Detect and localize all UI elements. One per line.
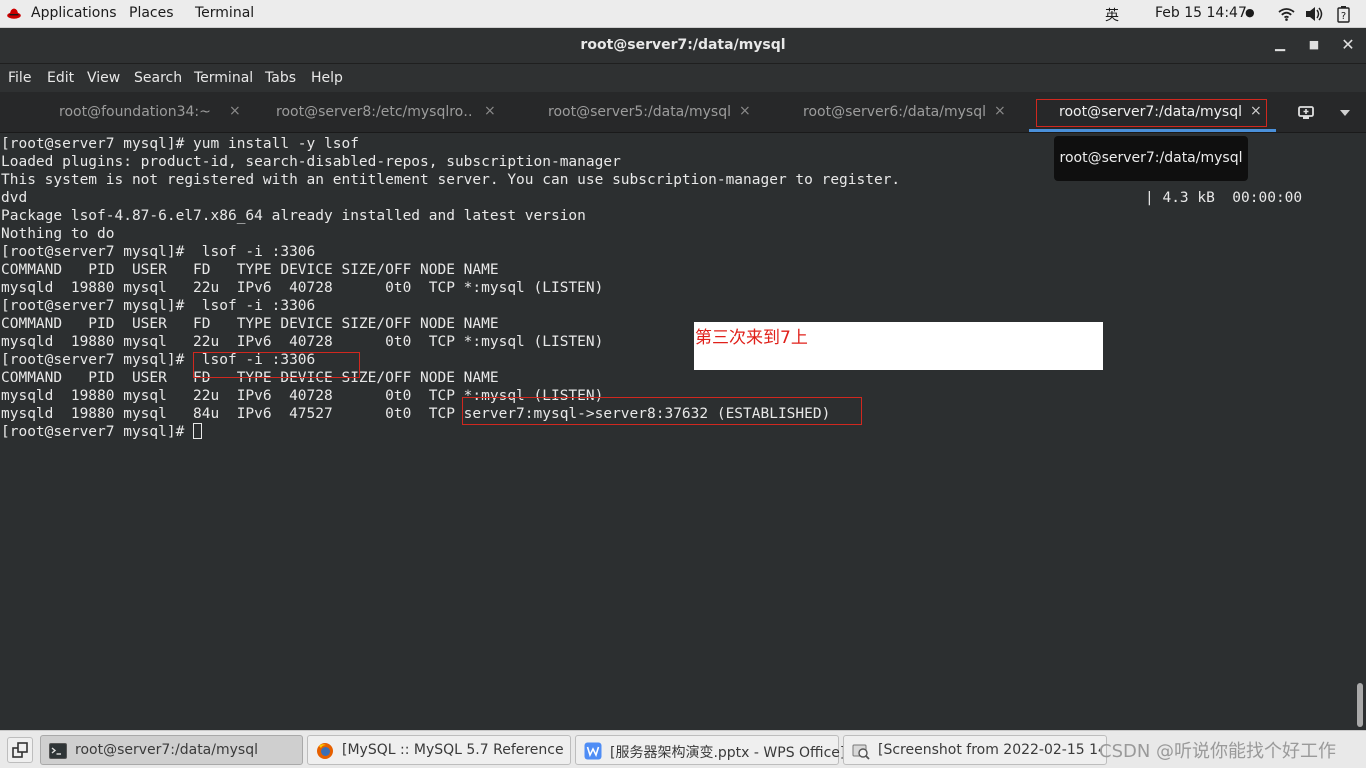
maximize-button[interactable]: ■: [1305, 36, 1323, 54]
tab-list-dropdown-icon[interactable]: [1340, 110, 1350, 116]
tab-server5[interactable]: root@server5:/data/mysql ×: [510, 92, 765, 132]
terminal-line: dvd: [1, 190, 28, 206]
taskbar-item-terminal[interactable]: root@server7:/data/mysql: [40, 735, 303, 765]
redhat-logo-icon: [7, 8, 21, 19]
svg-text:?: ?: [1341, 11, 1346, 22]
close-window-button[interactable]: ✕: [1339, 36, 1357, 54]
tab-label: root@foundation34:~: [59, 104, 211, 120]
menu-edit[interactable]: Edit: [47, 70, 74, 86]
tab-label: root@server5:/data/mysql: [548, 104, 731, 120]
terminal-line: [root@server7 mysql]# lsof -i :3306: [1, 244, 316, 260]
firefox-icon: [317, 743, 333, 759]
terminal-line: COMMAND PID USER FD TYPE DEVICE SIZE/OFF…: [1, 262, 499, 278]
terminal-line: Nothing to do: [1, 226, 115, 242]
highlight-box-established: [462, 397, 862, 425]
wifi-icon[interactable]: [1278, 7, 1295, 21]
input-method-indicator[interactable]: 英: [1105, 5, 1119, 25]
taskbar-item-label: root@server7:/data/mysql: [75, 742, 258, 758]
tab-close-icon[interactable]: ×: [484, 103, 496, 119]
window-title: root@server7:/data/mysql: [580, 37, 786, 53]
terminal-scrollbar[interactable]: [1355, 133, 1366, 730]
taskbar-item-firefox[interactable]: [MySQL :: MySQL 5.7 Reference Ma…: [307, 735, 571, 765]
window-title-bar: root@server7:/data/mysql ▁ ■ ✕: [0, 28, 1366, 64]
wps-icon: [584, 742, 602, 760]
menu-terminal[interactable]: Terminal: [194, 70, 253, 86]
scrollbar-thumb[interactable]: [1357, 683, 1363, 727]
terminal-line: This system is not registered with an en…: [1, 172, 901, 188]
dvd-progress: | 4.3 kB 00:00:00: [1145, 190, 1303, 206]
terminal-line: COMMAND PID USER FD TYPE DEVICE SIZE/OFF…: [1, 316, 499, 332]
minimize-button[interactable]: ▁: [1271, 36, 1289, 54]
tab-tooltip: root@server7:/data/mysql: [1054, 136, 1248, 181]
tab-foundation34[interactable]: root@foundation34:~ ×: [0, 92, 255, 132]
menu-view[interactable]: View: [87, 70, 120, 86]
csdn-watermark: CSDN @听说你能找个好工作: [1099, 741, 1337, 762]
tab-close-icon[interactable]: ×: [229, 103, 241, 119]
terminal-line: mysqld 19880 mysql 22u IPv6 40728 0t0 TC…: [1, 280, 604, 296]
active-tab-indicator: [1029, 129, 1276, 132]
terminal-line: [root@server7 mysql]# yum install -y lso…: [1, 136, 359, 152]
terminal-line: [root@server7 mysql]# lsof -i :3306: [1, 298, 316, 314]
new-tab-icon[interactable]: [1297, 104, 1315, 120]
tab-label: root@server6:/data/mysql: [803, 104, 986, 120]
annotation-text: 第三次来到7上: [695, 328, 808, 348]
menu-search[interactable]: Search: [134, 70, 182, 86]
taskbar-item-wps[interactable]: [服务器架构演变.pptx - WPS Office]: [575, 735, 845, 765]
highlight-box-active-tab: [1036, 99, 1267, 127]
menu-file[interactable]: File: [8, 70, 31, 86]
tab-close-icon[interactable]: ×: [739, 103, 751, 119]
taskbar-item-label: [Screenshot from 2022-02-15 14-…: [878, 742, 1100, 758]
highlight-box-command: [193, 352, 360, 378]
terminal-prompt-line: [root@server7 mysql]#: [1, 423, 203, 441]
text-cursor: [193, 423, 203, 439]
menu-bar: File Edit View Search Terminal Tabs Help: [0, 64, 1366, 92]
taskbar-item-label: [服务器架构演变.pptx - WPS Office]: [610, 745, 846, 761]
tab-label: root@server8:/etc/mysqlro…: [276, 104, 472, 120]
screenshot-icon: [852, 744, 870, 760]
menu-tabs[interactable]: Tabs: [265, 70, 296, 86]
tab-server8[interactable]: root@server8:/etc/mysqlro… ×: [255, 92, 510, 132]
menu-help[interactable]: Help: [311, 70, 343, 86]
terminal-line: Loaded plugins: product-id, search-disab…: [1, 154, 621, 170]
terminal-line: Package lsof-4.87-6.el7.x86_64 already i…: [1, 208, 586, 224]
places-menu[interactable]: Places: [129, 5, 174, 21]
applications-menu[interactable]: Applications: [31, 5, 117, 21]
terminal-app-menu[interactable]: Terminal: [195, 5, 254, 21]
terminal-line: mysqld 19880 mysql 22u IPv6 40728 0t0 TC…: [1, 334, 604, 350]
tab-server6[interactable]: root@server6:/data/mysql ×: [765, 92, 1020, 132]
clock[interactable]: Feb 15 14:47: [1155, 5, 1247, 21]
taskbar-item-label: [MySQL :: MySQL 5.7 Reference Ma…: [342, 742, 564, 758]
terminal-icon: [49, 743, 67, 759]
taskbar-item-screenshot[interactable]: [Screenshot from 2022-02-15 14-…: [843, 735, 1107, 765]
tab-close-icon[interactable]: ×: [994, 103, 1006, 119]
gnome-top-bar: Applications Places Terminal 英 Feb 15 14…: [0, 0, 1366, 28]
volume-icon[interactable]: [1305, 6, 1325, 22]
terminal-prompt: [root@server7 mysql]#: [1, 424, 194, 440]
workspace-icon: [12, 742, 28, 758]
terminal-output[interactable]: [root@server7 mysql]# yum install -y lso…: [0, 133, 1355, 730]
annotation-note: 第三次来到7上: [694, 322, 1103, 370]
show-desktop-button[interactable]: [7, 737, 33, 763]
notification-dot-icon: ●: [1245, 6, 1255, 19]
battery-icon[interactable]: ?: [1337, 5, 1350, 23]
